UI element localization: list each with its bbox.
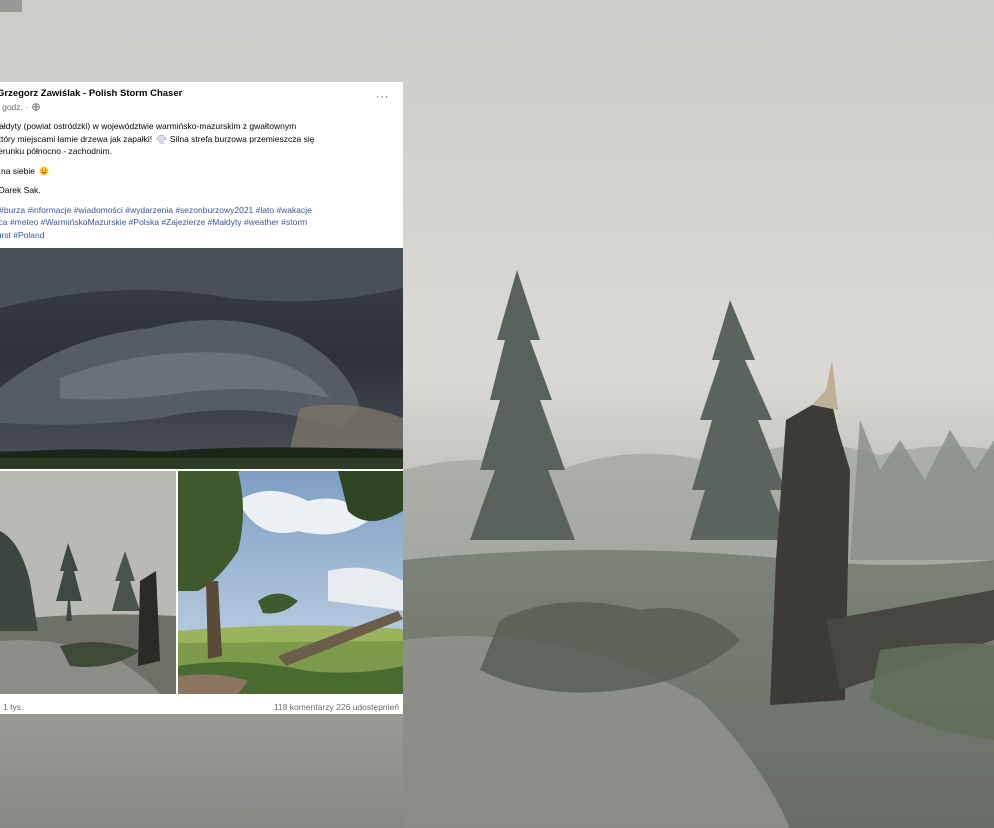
comment-count[interactable]: 118 komentarzy xyxy=(274,702,334,712)
globe-icon xyxy=(32,103,41,111)
share-count[interactable]: 226 udostępnień xyxy=(336,702,399,712)
post-hashtags[interactable]: a #burza #informacje #wiadomości #wydarz… xyxy=(0,204,392,242)
post-time: 4 godz. · xyxy=(0,102,29,112)
post-header: Grzegorz Zawiślak - Polish Storm Chaser … xyxy=(0,82,403,116)
shelf-cloud-image xyxy=(0,248,403,469)
cloud-wind-icon xyxy=(156,134,166,143)
facebook-post-card: Grzegorz Zawiślak - Polish Storm Chaser … xyxy=(0,82,403,714)
broken-tree-image xyxy=(178,471,403,694)
engagement-counts: 118 komentarzy 226 udostępnień xyxy=(274,702,399,712)
storm-road-image xyxy=(0,471,176,694)
post-author-name[interactable]: Grzegorz Zawiślak - Polish Storm Chaser xyxy=(0,88,182,99)
more-options-button[interactable]: ··· xyxy=(376,90,390,102)
post-photo-shelf-cloud[interactable] xyxy=(0,248,403,469)
care-text: ie na siebie xyxy=(0,165,36,176)
post-credit-line: l: Darek Sak. xyxy=(0,185,41,195)
post-photo-storm-road[interactable] xyxy=(0,471,176,694)
smile-emoji-icon xyxy=(39,166,49,175)
post-footer: 1 tys. 118 komentarzy 226 udostępnień xyxy=(0,694,403,714)
post-body: Małdyty (powiat ostródzki) w województwi… xyxy=(0,120,392,248)
post-care-line: ie na siebie xyxy=(0,165,392,178)
post-text-paragraph: Małdyty (powiat ostródzki) w województwi… xyxy=(0,120,392,158)
reaction-count[interactable]: 1 tys. xyxy=(3,702,23,712)
post-timestamp[interactable]: 4 godz. · xyxy=(0,102,41,112)
post-photo-broken-tree[interactable] xyxy=(178,471,403,694)
